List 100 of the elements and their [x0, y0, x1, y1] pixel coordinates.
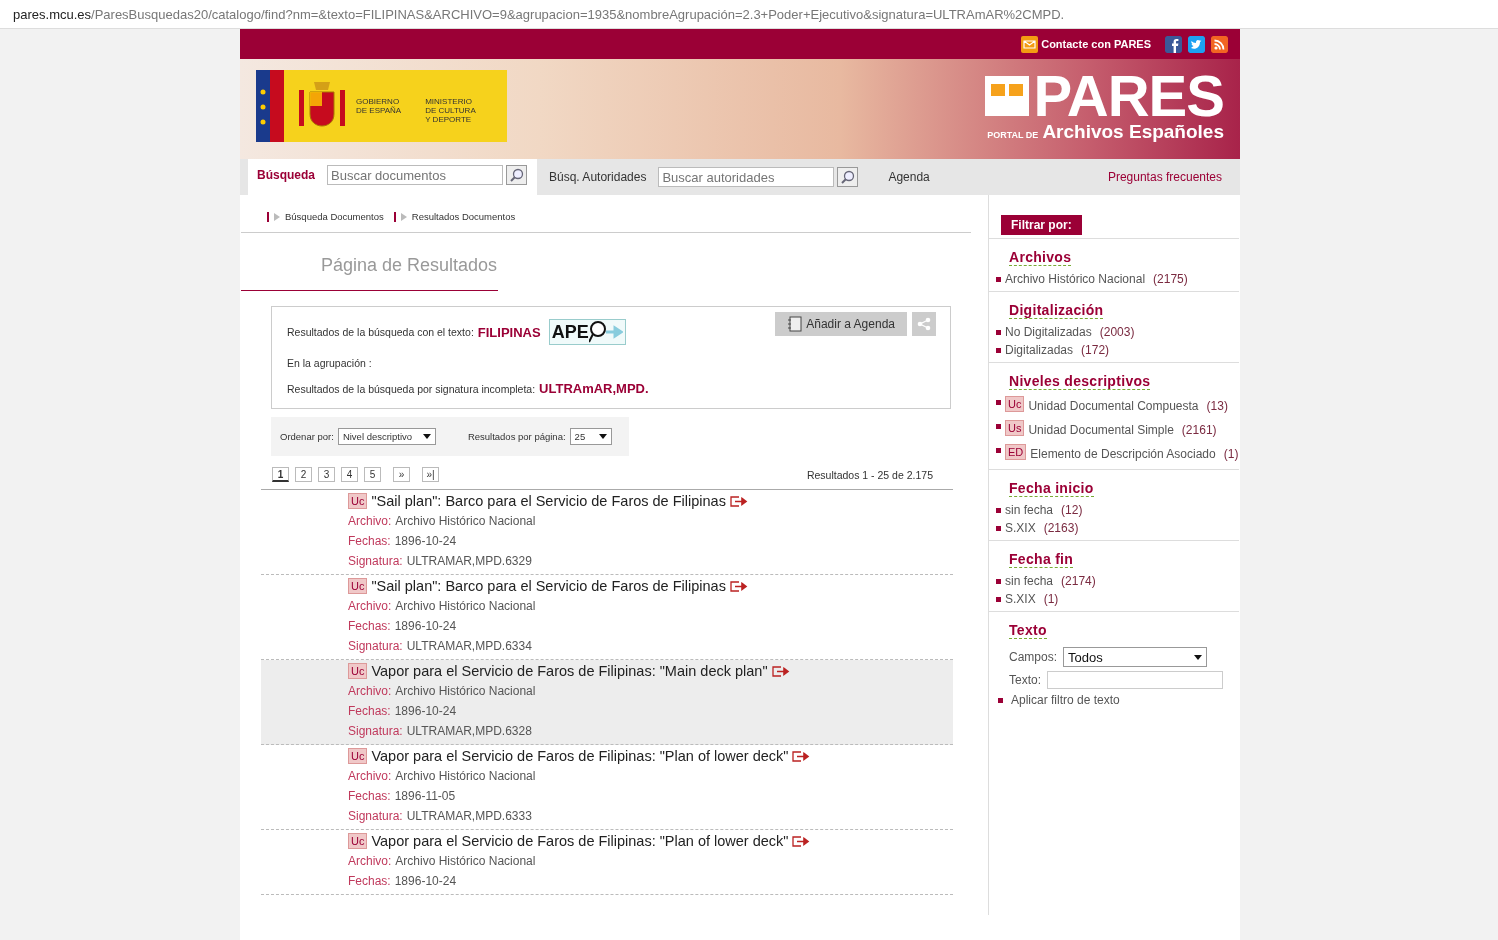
group-label: En la agrupación : — [287, 357, 372, 369]
filter-title: Filtrar por: — [1001, 215, 1082, 235]
field-label: Fechas: — [348, 873, 391, 889]
filter-heading: Fecha inicio — [1009, 480, 1094, 497]
page-button[interactable]: 1 — [272, 467, 289, 482]
filter-label[interactable]: Unidad Documental Simple — [1028, 418, 1174, 442]
filter-heading: Niveles descriptivos — [1009, 373, 1151, 390]
filter-heading: Archivos — [1009, 249, 1072, 266]
bullet-icon — [996, 448, 1001, 453]
contact-link[interactable]: Contacte con PARES — [1021, 35, 1151, 53]
filter-label[interactable]: Archivo Histórico Nacional — [1005, 270, 1146, 288]
bullet-icon — [996, 525, 1001, 531]
address-bar[interactable]: pares.mcu.es/ParesBusquedas20/catalogo/find?nm=&texto=FILIPINAS&ARCHIVO=9&agrupacion=1935&nombreAgrupación=2.3+Poder+Ejecutivo&signatura=ULTRAmAR%2CMPD. — [0, 0, 1498, 29]
result-title[interactable]: Vapor para el Servicio de Faros de Filipinas: "Main deck plan" — [371, 663, 768, 679]
filter-label[interactable]: No Digitalizadas — [1005, 323, 1092, 341]
sort-dropdown[interactable]: Nivel descriptivo — [337, 428, 436, 445]
filter-label[interactable]: Elemento de Descripción Asociado — [1030, 442, 1216, 466]
filter-count: (2163) — [1043, 520, 1079, 537]
result-item[interactable]: Uc Vapor para el Servicio de Faros de Filipinas: "Plan of lower deck" Archivo: Archivo Histórico Nacional Fechas: 1896-10-24 — [261, 830, 953, 895]
field-label: Fechas: — [348, 618, 391, 634]
squares-icon — [985, 76, 1030, 116]
result-item[interactable]: Uc "Sail plan": Barco para el Servicio de Faros de Filipinas Archivo: Archivo Histórico Nacional Fechas: 1896-10-24 Signatura: ULTRAMAR,MPD.6329 — [261, 490, 953, 575]
fields-dropdown[interactable]: Todos — [1063, 647, 1208, 667]
search-button[interactable] — [506, 165, 527, 185]
search-button[interactable] — [837, 167, 859, 187]
document-search-field[interactable]: Buscar documentos — [327, 165, 503, 185]
open-record-icon[interactable] — [729, 580, 748, 592]
bullet-icon — [996, 578, 1001, 584]
agenda-link[interactable]: Agenda — [888, 170, 930, 184]
twitter-icon[interactable] — [1188, 35, 1205, 53]
faq-link[interactable]: Preguntas frecuentes — [1107, 170, 1222, 184]
filter-heading: Texto — [1009, 622, 1047, 639]
level-badge: Uc — [1005, 396, 1025, 412]
filter-option[interactable]: ED Elemento de Descripción Asociado (1) — [996, 442, 1239, 466]
filter-label[interactable]: sin fecha — [1005, 572, 1054, 590]
open-record-icon[interactable] — [729, 495, 748, 507]
portal-logo-title: PARES — [1033, 71, 1224, 121]
result-title[interactable]: Vapor para el Servicio de Faros de Filipinas: "Plan of lower deck" — [371, 748, 789, 764]
level-badge: Uc — [348, 833, 368, 849]
filter-option[interactable]: No Digitalizadas (2003) — [996, 323, 1239, 341]
filter-option[interactable]: Uc Unidad Documental Compuesta (13) — [996, 394, 1239, 418]
filter-option[interactable]: S.XIX (2163) — [996, 519, 1239, 537]
filter-label[interactable]: S.XIX — [1005, 590, 1036, 608]
page-button[interactable]: 4 — [341, 467, 358, 482]
field-value: 1896-10-24 — [394, 703, 457, 719]
bullet-icon — [996, 507, 1001, 513]
page-button[interactable]: » — [393, 467, 410, 482]
filter-option[interactable]: sin fecha (2174) — [996, 572, 1239, 590]
signature-term: ULTRAmAR,MPD. — [539, 381, 649, 396]
rss-icon[interactable] — [1211, 35, 1228, 53]
filter-option[interactable]: sin fecha (12) — [996, 501, 1239, 519]
field-value: 1896-10-24 — [394, 618, 457, 634]
filter-count: (13) — [1206, 398, 1228, 415]
apply-filter-link[interactable]: Aplicar filtro de texto — [998, 693, 1120, 707]
filter-label[interactable]: Unidad Documental Compuesta — [1028, 394, 1199, 418]
authorities-tab[interactable]: Búsq. Autoridades — [549, 170, 647, 184]
filter-count: (2175) — [1153, 271, 1188, 288]
result-item[interactable]: Uc Vapor para el Servicio de Faros de Filipinas: "Main deck plan" Archivo: Archivo Histórico Nacional Fechas: 1896-10-24 Signatura: ULTRAMAR,MPD.6328 — [261, 660, 953, 745]
filter-label[interactable]: Digitalizadas — [1005, 341, 1074, 359]
per-page-dropdown[interactable]: 25 — [569, 428, 612, 445]
field-value: Archivo Histórico Nacional — [395, 683, 536, 699]
result-title[interactable]: "Sail plan": Barco para el Servicio de Faros de Filipinas — [371, 493, 726, 509]
open-record-icon[interactable] — [771, 665, 790, 677]
result-title[interactable]: "Sail plan": Barco para el Servicio de Faros de Filipinas — [371, 578, 726, 594]
government-text: GOBIERNO DE ESPAÑA — [356, 98, 402, 117]
facebook-icon[interactable] — [1165, 35, 1182, 53]
text-filter-field[interactable] — [1047, 671, 1223, 689]
result-item[interactable]: Uc Vapor para el Servicio de Faros de Filipinas: "Plan of lower deck" Archivo: Archivo Histórico Nacional Fechas: 1896-11-05 Signatura: ULTRAMAR,MPD.6333 — [261, 745, 953, 830]
ape-logo[interactable]: APE — [548, 319, 626, 345]
field-label: Archivo: — [348, 853, 392, 869]
bullet-icon — [996, 424, 1001, 429]
field-value: ULTRAMAR,MPD.6333 — [406, 808, 532, 824]
page-button[interactable]: 2 — [295, 467, 312, 482]
filter-label[interactable]: sin fecha — [1005, 501, 1054, 519]
field-value: Archivo Histórico Nacional — [395, 513, 536, 529]
filter-count: (1) — [1223, 446, 1239, 463]
portal-prefix: PORTAL DE — [987, 130, 1039, 140]
search-tab[interactable]: Búsqueda — [257, 168, 315, 182]
authority-search-field[interactable]: Buscar autoridades — [658, 167, 835, 187]
filter-option[interactable]: Archivo Histórico Nacional (2175) — [996, 270, 1239, 288]
page-button[interactable]: »| — [422, 467, 439, 482]
breadcrumb-link[interactable]: Resultados Documentos — [393, 211, 516, 222]
field-label: Fechas: — [348, 533, 391, 549]
level-badge: Uc — [348, 748, 368, 764]
result-title[interactable]: Vapor para el Servicio de Faros de Filipinas: "Plan of lower deck" — [371, 833, 789, 849]
page-button[interactable]: 5 — [364, 467, 381, 482]
filter-option[interactable]: Digitalizadas (172) — [996, 341, 1239, 359]
bullet-icon — [996, 276, 1001, 282]
breadcrumb-link[interactable]: Búsqueda Documentos — [267, 211, 384, 222]
filter-label[interactable]: S.XIX — [1005, 519, 1036, 537]
caret-icon — [598, 434, 607, 439]
open-record-icon[interactable] — [792, 750, 811, 762]
filter-count: (1) — [1043, 591, 1059, 608]
notebook-icon — [787, 316, 804, 332]
filter-option[interactable]: Us Unidad Documental Simple (2161) — [996, 418, 1239, 442]
add-to-agenda-button[interactable]: Añadir a Agenda — [775, 312, 907, 336]
page-button[interactable]: 3 — [318, 467, 335, 482]
open-record-icon[interactable] — [792, 835, 811, 847]
search-icon — [840, 170, 855, 184]
filter-option[interactable]: S.XIX (1) — [996, 590, 1239, 608]
